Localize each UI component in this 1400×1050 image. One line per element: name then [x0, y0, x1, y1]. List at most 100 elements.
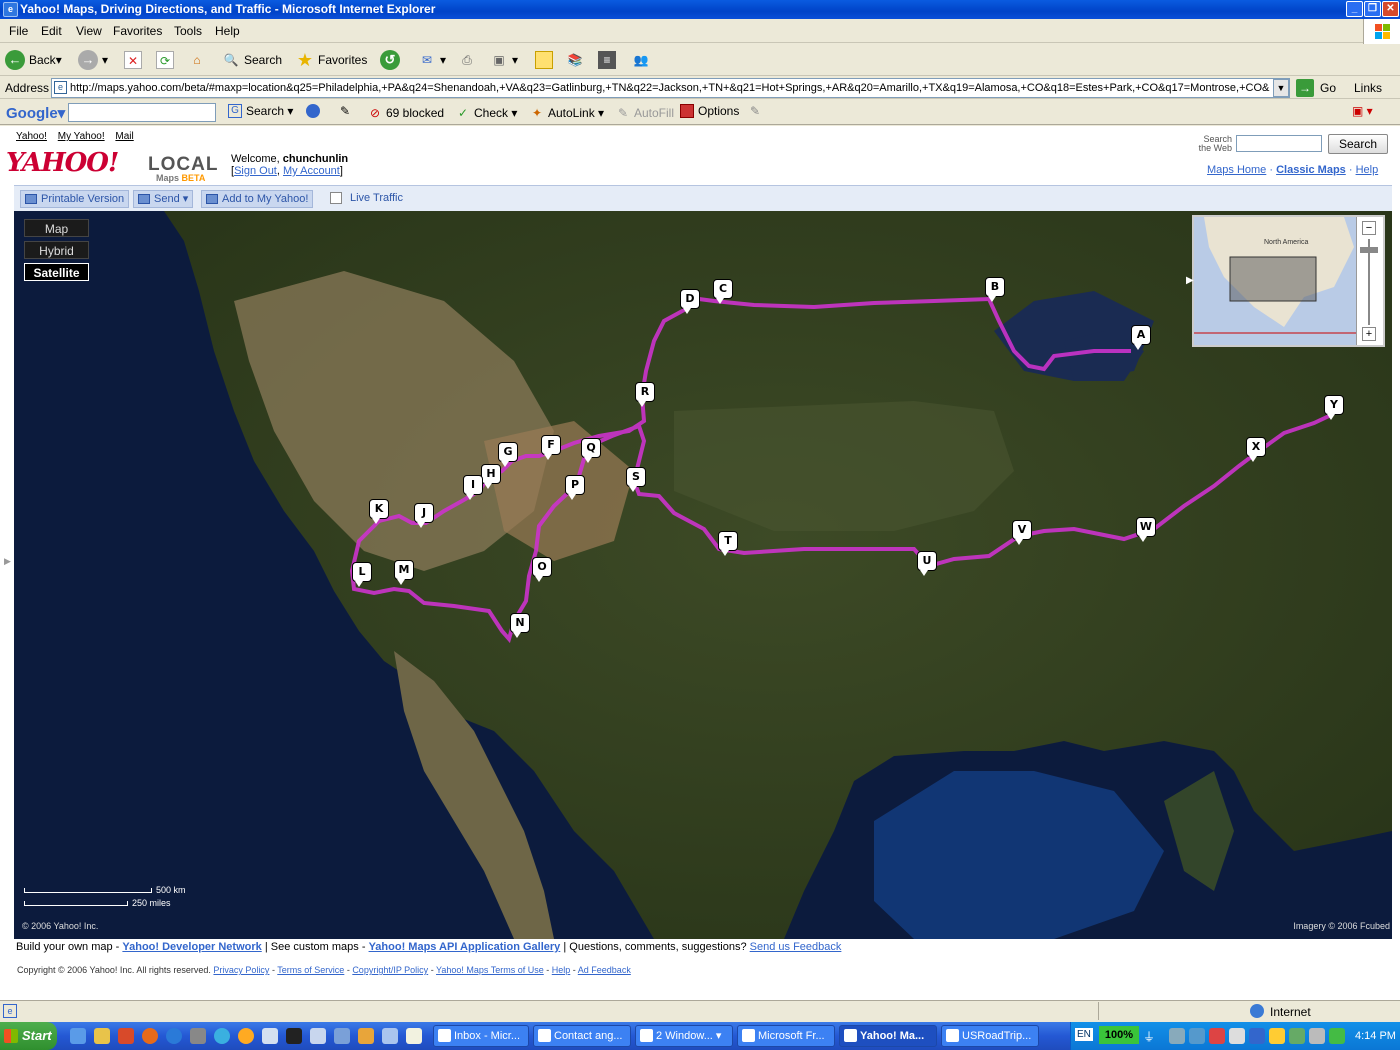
web-search-input[interactable] [1236, 135, 1322, 152]
route-marker-c[interactable]: C [713, 279, 733, 304]
quicklaunch-icon-1[interactable] [70, 1028, 86, 1044]
web-search-button[interactable]: Search [1328, 134, 1388, 154]
edit-button[interactable]: ▣ ▾ [490, 50, 518, 70]
go-button[interactable]: → Go [1296, 79, 1336, 97]
yahoo-link[interactable]: Yahoo! [16, 131, 47, 142]
firefox-icon[interactable] [142, 1028, 158, 1044]
route-marker-j[interactable]: J [414, 503, 434, 528]
battery-indicator[interactable]: 100% [1099, 1026, 1139, 1044]
address-dropdown[interactable]: ▼ [1273, 79, 1289, 97]
map-type-hybrid[interactable]: Hybrid [24, 241, 89, 259]
clock[interactable]: 4:14 PM [1355, 1030, 1396, 1042]
quicklaunch-icon-7[interactable] [214, 1028, 230, 1044]
route-marker-m[interactable]: M [394, 560, 414, 585]
terms-link[interactable]: Terms of Service [277, 965, 344, 975]
tray-icon-9[interactable] [1329, 1028, 1345, 1044]
research-button[interactable]: 📚 [566, 50, 588, 70]
maps-home-link[interactable]: Maps Home [1207, 164, 1266, 176]
favorites-button[interactable]: ★ Favorites [296, 50, 367, 70]
quicklaunch-icon-3[interactable] [118, 1028, 134, 1044]
google-logo[interactable]: Google ▾ [6, 104, 65, 123]
task-yahoo-maps[interactable]: Yahoo! Ma... [839, 1025, 937, 1047]
tray-icon-5[interactable] [1249, 1028, 1265, 1044]
route-marker-v[interactable]: V [1012, 520, 1032, 545]
footer-help-link[interactable]: Help [552, 965, 571, 975]
quicklaunch-icon-11[interactable] [310, 1028, 326, 1044]
quicklaunch-icon-12[interactable] [334, 1028, 350, 1044]
copyright-policy-link[interactable]: Copyright/IP Policy [352, 965, 428, 975]
menu-file[interactable]: File [9, 24, 28, 38]
help-link[interactable]: Help [1356, 164, 1379, 176]
messenger-button[interactable]: 👥 [632, 50, 654, 70]
task-usroadtrip[interactable]: USRoadTrip... [941, 1025, 1039, 1047]
maps-terms-link[interactable]: Yahoo! Maps Terms of Use [436, 965, 544, 975]
quicklaunch-icon-9[interactable] [262, 1028, 278, 1044]
map-type-satellite[interactable]: Satellite [24, 263, 89, 281]
minimize-button[interactable]: _ [1346, 1, 1363, 17]
quicklaunch-icon-15[interactable] [406, 1028, 422, 1044]
route-marker-y[interactable]: Y [1324, 395, 1344, 420]
quicklaunch-icon-8[interactable] [238, 1028, 254, 1044]
popup-blocker-button[interactable]: ⊘ 69 blocked [368, 104, 444, 122]
home-button[interactable]: ⌂ [188, 50, 210, 70]
menu-view[interactable]: View [76, 24, 102, 38]
task-microsoft[interactable]: Microsoft Fr... [737, 1025, 835, 1047]
google-toolbar-menu[interactable]: ▣ ▾ [1352, 104, 1373, 118]
gallery-link[interactable]: Yahoo! Maps API Application Gallery [369, 941, 561, 953]
ydn-link[interactable]: Yahoo! Developer Network [122, 941, 261, 953]
discuss-button[interactable]: ≡ [598, 50, 620, 70]
tray-icon-6[interactable] [1269, 1028, 1285, 1044]
quicklaunch-icon-6[interactable] [190, 1028, 206, 1044]
feedback-link[interactable]: Send us Feedback [750, 941, 842, 953]
live-traffic-toggle[interactable]: Live Traffic [330, 191, 403, 205]
menu-edit[interactable]: Edit [41, 24, 62, 38]
power-plug-icon[interactable]: ⏚ [1143, 1028, 1155, 1045]
task-inbox[interactable]: Inbox - Micr... [433, 1025, 529, 1047]
pencil-icon[interactable]: ✎ [750, 104, 760, 118]
quicklaunch-icon-13[interactable] [358, 1028, 374, 1044]
route-marker-q[interactable]: Q [581, 438, 601, 463]
tray-icon-8[interactable] [1309, 1028, 1325, 1044]
google-globe-icon[interactable] [306, 104, 324, 118]
restore-button[interactable]: ❐ [1364, 1, 1381, 17]
print-button[interactable]: ⎙ [458, 50, 480, 70]
overview-minimap[interactable]: North America − + [1192, 215, 1385, 347]
mail-button[interactable]: ✉ ▾ [418, 50, 446, 70]
route-marker-t[interactable]: T [718, 531, 738, 556]
links-button[interactable]: Links [1354, 81, 1382, 95]
ad-feedback-link[interactable]: Ad Feedback [578, 965, 631, 975]
panel-expand-icon[interactable]: ▶ [4, 556, 11, 567]
address-input[interactable]: e http://maps.yahoo.com/beta/#maxp=locat… [51, 78, 1290, 98]
sign-out-link[interactable]: Sign Out [234, 165, 277, 177]
route-marker-d[interactable]: D [680, 289, 700, 314]
tray-icon-7[interactable] [1289, 1028, 1305, 1044]
route-marker-s[interactable]: S [626, 467, 646, 492]
notes-button[interactable] [535, 50, 557, 70]
route-marker-n[interactable]: N [510, 613, 530, 638]
history-button[interactable]: ↺ [380, 50, 404, 70]
stop-button[interactable]: ✕ [124, 50, 146, 70]
route-marker-f[interactable]: F [541, 435, 561, 460]
route-marker-r[interactable]: R [635, 382, 655, 407]
tray-icon-3[interactable] [1209, 1028, 1225, 1044]
menu-favorites[interactable]: Favorites [113, 24, 162, 38]
quicklaunch-icon-14[interactable] [382, 1028, 398, 1044]
route-marker-o[interactable]: O [532, 557, 552, 582]
route-marker-b[interactable]: B [985, 277, 1005, 302]
zoom-in-button[interactable]: + [1362, 327, 1376, 341]
privacy-link[interactable]: Privacy Policy [213, 965, 269, 975]
language-indicator[interactable]: EN [1075, 1028, 1093, 1041]
send-button[interactable]: Send ▾ [133, 190, 194, 208]
traffic-checkbox[interactable] [330, 192, 342, 204]
route-marker-l[interactable]: L [352, 562, 372, 587]
route-marker-i[interactable]: I [463, 475, 483, 500]
route-marker-g[interactable]: G [498, 442, 518, 467]
satellite-map[interactable]: Map Hybrid Satellite North America − + ▶… [14, 211, 1392, 939]
mail-link[interactable]: Mail [115, 131, 133, 142]
start-button[interactable]: Start [0, 1022, 57, 1050]
route-marker-a[interactable]: A [1131, 325, 1151, 350]
autolink-button[interactable]: ✦ AutoLink ▾ [530, 104, 604, 122]
my-yahoo-link[interactable]: My Yahoo! [58, 131, 105, 142]
pagerank-icon[interactable]: ✎ [340, 104, 350, 118]
route-marker-k[interactable]: K [369, 499, 389, 524]
